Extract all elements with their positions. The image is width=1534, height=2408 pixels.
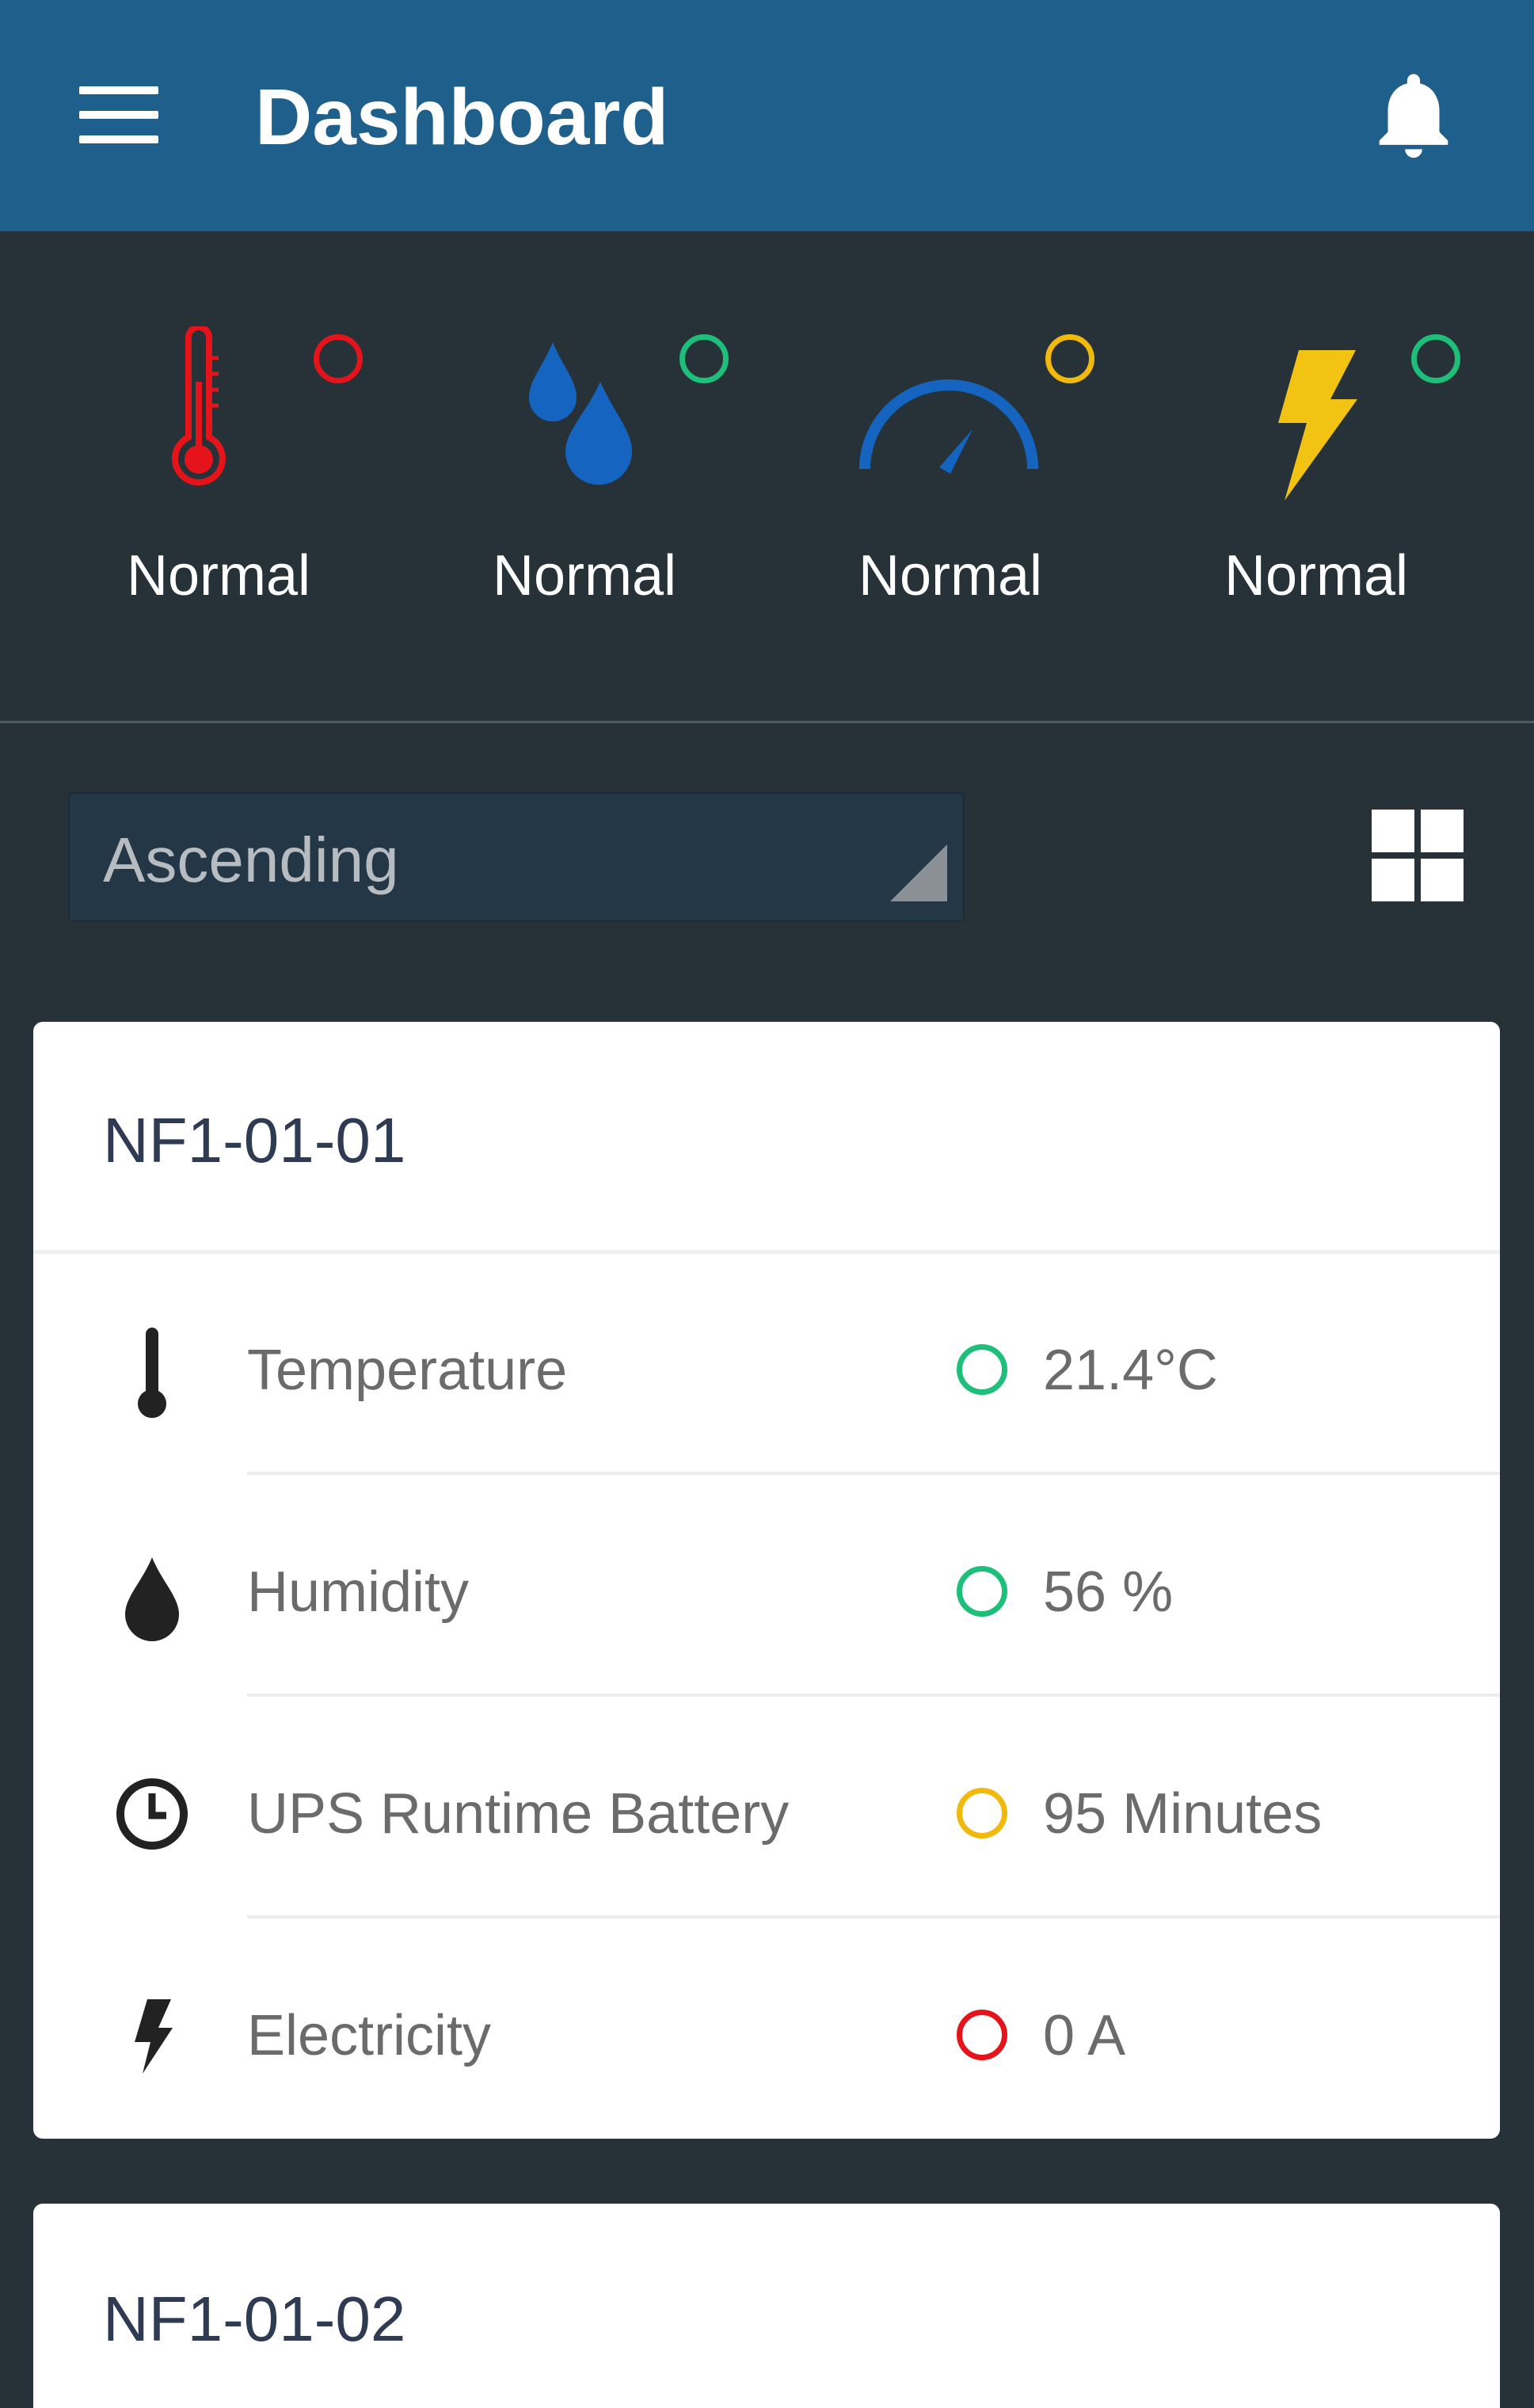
device-card-title: NF1-01-01 <box>103 1105 406 1175</box>
metric-label: Electricity <box>247 2004 492 2067</box>
metric-value: 56 % <box>1043 1560 1174 1624</box>
section-divider <box>0 721 1534 723</box>
device-card-title: NF1-01-02 <box>103 2284 406 2354</box>
thermometer-icon <box>172 326 226 486</box>
metric-label: Temperature <box>247 1339 568 1402</box>
row-divider <box>247 1472 1500 1475</box>
card-divider <box>33 1250 1500 1254</box>
grid-view-icon[interactable] <box>1370 808 1465 903</box>
status-label: Normal <box>858 544 1043 608</box>
device-card[interactable]: NF1-01-02 <box>33 2204 1500 2408</box>
metric-value: 21.4°C <box>1043 1339 1218 1402</box>
status-gauge[interactable]: Normal <box>792 231 1109 721</box>
clock-icon <box>116 1778 188 1850</box>
dropdown-arrow-icon <box>890 844 947 901</box>
status-indicator-dot <box>957 1344 1007 1395</box>
status-indicator-dot <box>314 334 363 383</box>
status-indicator-dot <box>679 334 729 383</box>
status-label: Normal <box>126 544 311 608</box>
lightning-icon <box>135 1999 173 2074</box>
row-divider <box>247 1915 1500 1918</box>
sort-order-select[interactable]: Ascending <box>68 792 965 922</box>
sort-order-value: Ascending <box>103 825 399 895</box>
metric-row-humidity[interactable]: Humidity 56 % <box>33 1481 1500 1703</box>
thermometer-icon <box>138 1328 166 1419</box>
status-indicator-dot <box>957 1788 1007 1838</box>
status-indicator-dot <box>957 1566 1007 1617</box>
status-indicator-dot <box>957 2010 1007 2060</box>
hamburger-menu-icon[interactable] <box>71 75 166 154</box>
row-divider <box>247 1694 1500 1697</box>
status-label: Normal <box>1224 544 1409 608</box>
metric-row-ups-runtime[interactable]: UPS Runtime Battery 95 Minutes <box>33 1703 1500 1925</box>
gauge-icon <box>859 379 1038 474</box>
lightning-icon <box>1278 350 1357 501</box>
status-electricity[interactable]: Normal <box>1158 231 1475 721</box>
status-humidity[interactable]: Normal <box>426 231 743 721</box>
metric-label: UPS Runtime Battery <box>247 1782 790 1846</box>
device-card[interactable]: NF1-01-01 Temperature 21.4°C Humidity 56… <box>33 1022 1500 2139</box>
water-drop-icon <box>125 1557 179 1641</box>
app-bar: Dashboard <box>0 0 1534 231</box>
bell-icon[interactable] <box>1362 63 1465 166</box>
water-drops-icon <box>529 342 632 485</box>
status-indicator-dot <box>1045 334 1094 383</box>
page-title: Dashboard <box>255 73 669 162</box>
metric-row-temperature[interactable]: Temperature 21.4°C <box>33 1259 1500 1481</box>
metric-row-electricity[interactable]: Electricity 0 A <box>33 1925 1500 2147</box>
status-label: Normal <box>492 544 677 608</box>
status-temperature[interactable]: Normal <box>60 231 377 721</box>
metric-value: 95 Minutes <box>1043 1782 1323 1846</box>
status-summary: Normal Normal Normal Normal <box>0 231 1534 721</box>
status-indicator-dot <box>1411 334 1460 383</box>
metric-value: 0 A <box>1043 2004 1126 2067</box>
metric-label: Humidity <box>247 1560 470 1624</box>
